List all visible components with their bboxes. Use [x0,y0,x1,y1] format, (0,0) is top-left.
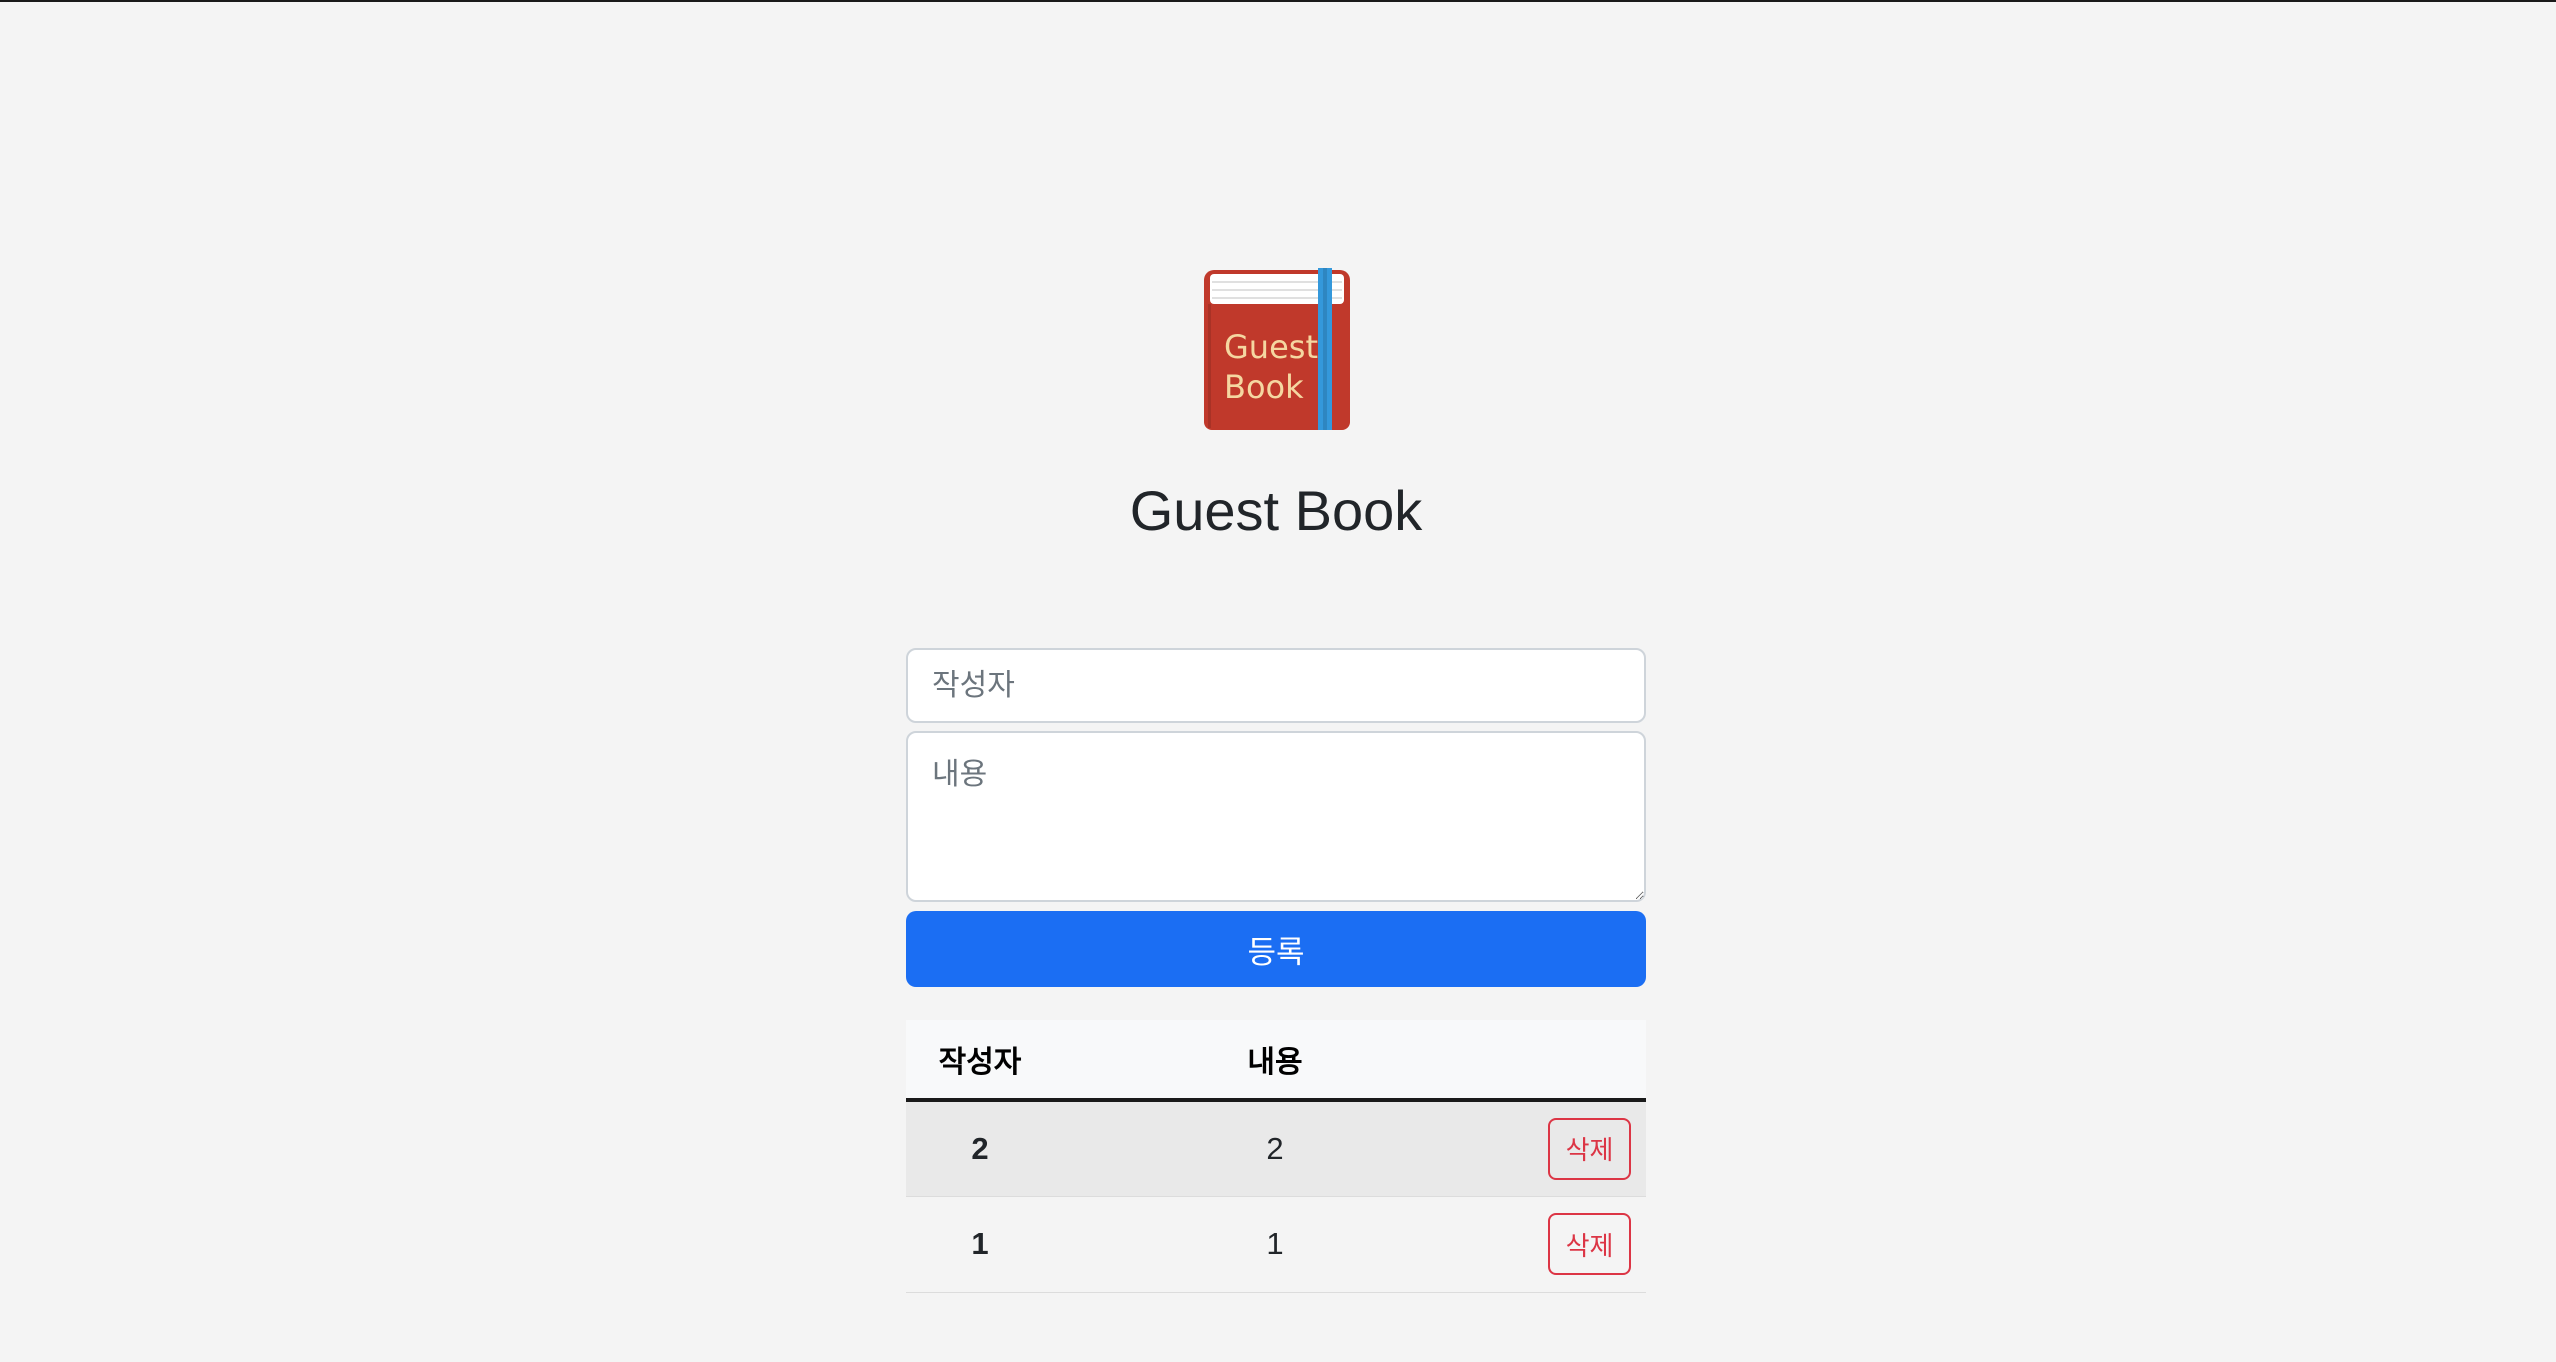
logo-text-line1: Guest [1224,328,1318,366]
author-cell: 1 [971,1226,989,1261]
guestbook-table: 작성자 내용 2 2 삭제 1 1 삭제 [906,1020,1646,1293]
logo-text-line2: Book [1224,368,1304,406]
page-title: Guest Book [1129,479,1423,542]
table-row: 1 1 삭제 [906,1196,1646,1292]
table-header-row: 작성자 내용 [906,1020,1646,1100]
author-input[interactable] [906,648,1646,723]
author-column-header: 작성자 [938,1046,1022,1079]
submit-button[interactable]: 등록 [906,911,1646,987]
guestbook-logo-icon: Guest Book [1204,268,1350,430]
table-row: 2 2 삭제 [906,1100,1646,1196]
table-body: 2 2 삭제 1 1 삭제 [906,1100,1646,1292]
author-cell: 2 [971,1130,989,1166]
action-column-header [1496,1020,1646,1100]
content-cell: 1 [1266,1226,1284,1261]
content-textarea[interactable] [906,731,1646,902]
content-cell: 2 [1266,1130,1284,1166]
action-cell: 삭제 [1496,1196,1646,1292]
delete-button[interactable]: 삭제 [1548,1117,1631,1180]
delete-button[interactable]: 삭제 [1548,1213,1631,1275]
action-cell: 삭제 [1496,1100,1646,1196]
content-column-header: 내용 [1247,1046,1303,1079]
table-header: 작성자 내용 [906,1020,1646,1100]
